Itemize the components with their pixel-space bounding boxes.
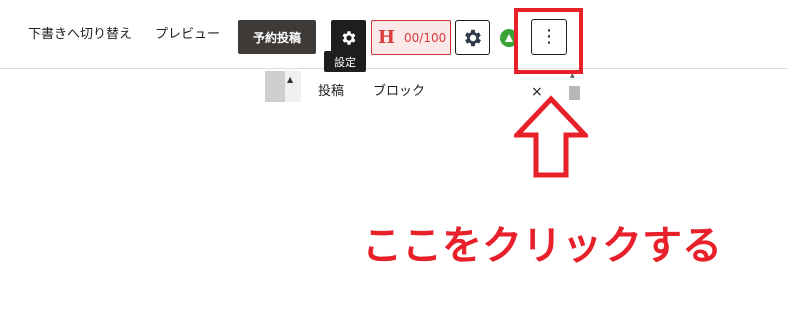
settings-button[interactable] [331, 20, 366, 55]
switch-to-draft-button[interactable]: 下書きへ切り替え [28, 25, 132, 45]
schedule-button[interactable]: 予約投稿 [238, 20, 316, 54]
annotation-text: ここをクリックする [362, 223, 722, 269]
annotation-highlight-box [514, 8, 583, 74]
settings-tooltip: 設定 [324, 51, 366, 72]
editor-header-toolbar: 下書きへ切り替え プレビュー 予約投稿 H 00/100 ⋮ [0, 0, 788, 69]
plugin-settings-button[interactable] [455, 20, 490, 55]
tab-post[interactable]: 投稿 [318, 83, 344, 101]
seo-count: 00/100 [404, 30, 447, 45]
schedule-button-label: 予約投稿 [252, 30, 301, 45]
tab-block[interactable]: ブロック [373, 83, 425, 101]
settings-tooltip-text: 設定 [334, 55, 356, 69]
sidebar-scrollbar[interactable]: ▲ [265, 71, 301, 102]
seo-checker-button[interactable]: H 00/100 [371, 20, 451, 55]
seo-h-icon: H [378, 27, 396, 48]
preview-button[interactable]: プレビュー [155, 25, 220, 45]
green-circle-icon [505, 34, 513, 42]
scroll-up-icon: ▲ [287, 75, 294, 84]
plugin-gear-icon [464, 29, 481, 46]
scroll-track [265, 71, 285, 102]
gear-icon [342, 30, 355, 45]
up-arrow-icon [514, 95, 588, 178]
